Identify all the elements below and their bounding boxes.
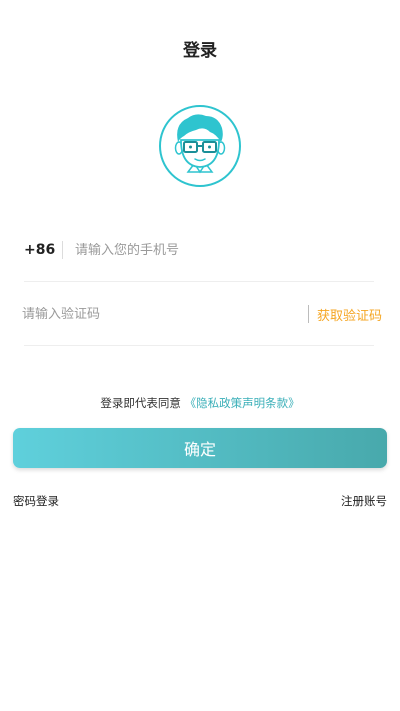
phone-field-row: +86 <box>24 228 374 272</box>
verification-code-input[interactable] <box>22 306 308 322</box>
phone-input[interactable] <box>75 242 374 258</box>
login-page: 登录 +86 请输入您的手机号 请输入验证码 获取验证码 登录即代表同意 《隐私… <box>0 0 400 711</box>
cartoon-man-avatar-icon <box>159 105 241 187</box>
password-login-link[interactable]: 密码登录 <box>13 493 59 509</box>
phone-divider <box>24 281 374 282</box>
agreement-prefix: 登录即代表同意 <box>100 396 181 410</box>
register-link[interactable]: 注册账号 <box>341 493 387 509</box>
code-divider <box>24 345 374 346</box>
privacy-policy-link[interactable]: 《隐私政策声明条款》 <box>185 396 300 410</box>
verification-field-row: 获取验证码 <box>22 292 382 336</box>
confirm-button[interactable]: 确定 <box>13 428 387 468</box>
get-code-button[interactable]: 获取验证码 <box>317 305 382 324</box>
code-separator <box>307 305 309 323</box>
phone-separator <box>62 241 63 259</box>
bottom-links: 密码登录 注册账号 <box>13 493 387 509</box>
agreement-text: 登录即代表同意 《隐私政策声明条款》 <box>0 395 400 411</box>
page-title: 登录 <box>183 41 217 61</box>
avatar <box>158 104 242 188</box>
country-code[interactable]: +86 <box>24 242 60 258</box>
